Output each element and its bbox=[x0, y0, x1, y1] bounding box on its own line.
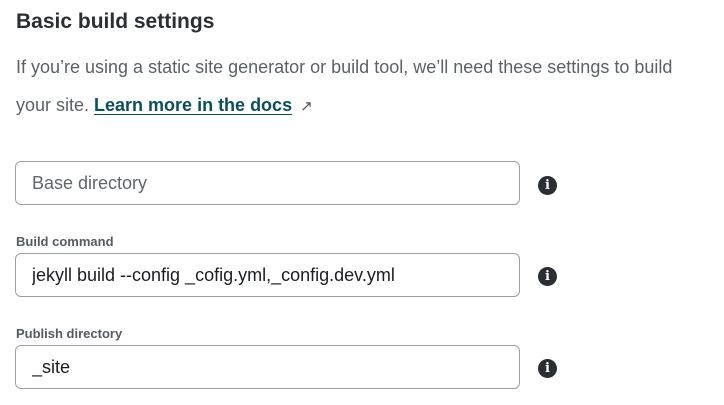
description-line-2-prefix: your site. bbox=[16, 95, 95, 115]
build-command-input[interactable] bbox=[16, 254, 519, 296]
description-line-1: If you’re using a static site generator … bbox=[16, 57, 673, 77]
build-command-label: Build command bbox=[16, 234, 114, 249]
publish-directory-input[interactable] bbox=[16, 346, 519, 388]
external-arrow-icon: ↗ bbox=[300, 98, 313, 115]
publish-directory-label: Publish directory bbox=[16, 326, 123, 341]
base-directory-info-icon[interactable]: i bbox=[538, 176, 557, 195]
description-line-2: your site. Learn more in the docs ↗ bbox=[16, 86, 721, 126]
publish-directory-info-icon[interactable]: i bbox=[538, 359, 557, 378]
page-title: Basic build settings bbox=[16, 10, 215, 33]
build-command-info-icon[interactable]: i bbox=[538, 267, 557, 286]
base-directory-input[interactable] bbox=[16, 162, 519, 204]
docs-link[interactable]: Learn more in the docs bbox=[94, 95, 292, 115]
base-directory-field[interactable] bbox=[15, 161, 520, 205]
publish-directory-field[interactable] bbox=[15, 345, 520, 389]
build-command-field[interactable] bbox=[15, 253, 520, 297]
section-description: If you’re using a static site generator … bbox=[16, 48, 721, 126]
